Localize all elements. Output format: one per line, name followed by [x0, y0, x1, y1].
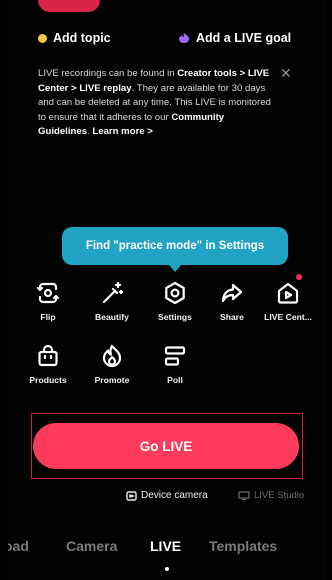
notification-dot	[296, 274, 302, 280]
active-tab-indicator	[165, 567, 169, 571]
tab-camera[interactable]: Camera	[66, 538, 117, 554]
share-label: Share	[220, 312, 244, 322]
replay-info-text: LIVE recordings can be found in Creator …	[38, 67, 276, 140]
add-goal-label: Add a LIVE goal	[196, 31, 292, 45]
go-live-button[interactable]: Go LIVE	[33, 423, 299, 469]
close-icon[interactable]: ✕	[280, 66, 292, 80]
flip-label: Flip	[40, 312, 56, 322]
add-topic-button[interactable]: Add topic	[38, 31, 111, 45]
tab-upload[interactable]: oad	[8, 538, 29, 554]
device-camera-icon	[126, 490, 137, 501]
live-center-icon	[277, 282, 299, 304]
gear-icon	[165, 281, 185, 305]
settings-label: Settings	[158, 312, 192, 322]
topic-dot-icon	[38, 33, 47, 43]
promote-button[interactable]: Promote	[84, 343, 140, 385]
flip-camera-icon	[36, 282, 60, 304]
live-setup-screen: Add topic Add a LIVE goal LIVE recording…	[8, 0, 326, 580]
settings-button[interactable]: Settings	[147, 280, 203, 322]
tooltip-arrow	[168, 264, 182, 272]
poll-button[interactable]: Poll	[147, 343, 203, 385]
flip-button[interactable]: Flip	[20, 280, 76, 322]
live-center-button[interactable]: LIVE Cent...	[260, 274, 316, 322]
add-goal-button[interactable]: Add a LIVE goal	[178, 31, 291, 45]
share-button[interactable]: Share	[204, 280, 260, 322]
info-text-1: LIVE recordings can be found in	[38, 68, 178, 79]
beautify-label: Beautify	[95, 312, 129, 322]
poll-icon	[164, 346, 186, 366]
flame-icon	[102, 344, 122, 368]
goal-icon	[179, 33, 189, 43]
monitor-icon	[238, 491, 250, 500]
device-camera-option[interactable]: Device camera	[126, 490, 208, 501]
magic-wand-icon	[102, 281, 124, 304]
camera-source-row: Device camera LIVE Studio	[8, 490, 326, 506]
top-pill-button[interactable]	[38, 0, 100, 12]
live-studio-label: LIVE Studio	[254, 490, 305, 501]
share-arrow-icon	[221, 283, 243, 303]
beautify-button[interactable]: Beautify	[84, 280, 140, 322]
device-camera-label: Device camera	[141, 490, 208, 501]
topic-goal-row: Add topic Add a LIVE goal	[8, 31, 326, 51]
poll-label: Poll	[167, 375, 183, 385]
tab-templates[interactable]: Templates	[209, 538, 277, 554]
practice-mode-tooltip[interactable]: Find "practice mode" in Settings	[62, 227, 288, 265]
promote-label: Promote	[94, 375, 130, 385]
live-studio-option[interactable]: LIVE Studio	[238, 490, 304, 501]
products-button[interactable]: Products	[20, 343, 76, 385]
learn-more-link[interactable]: Learn more >	[92, 126, 153, 137]
products-label: Products	[29, 375, 67, 385]
add-topic-label: Add topic	[53, 31, 111, 45]
tab-live[interactable]: LIVE	[150, 538, 181, 554]
mode-tabs: oad Camera LIVE Templates	[8, 538, 326, 558]
live-center-label: LIVE Cent...	[264, 312, 312, 322]
shopping-bag-icon	[38, 344, 58, 367]
